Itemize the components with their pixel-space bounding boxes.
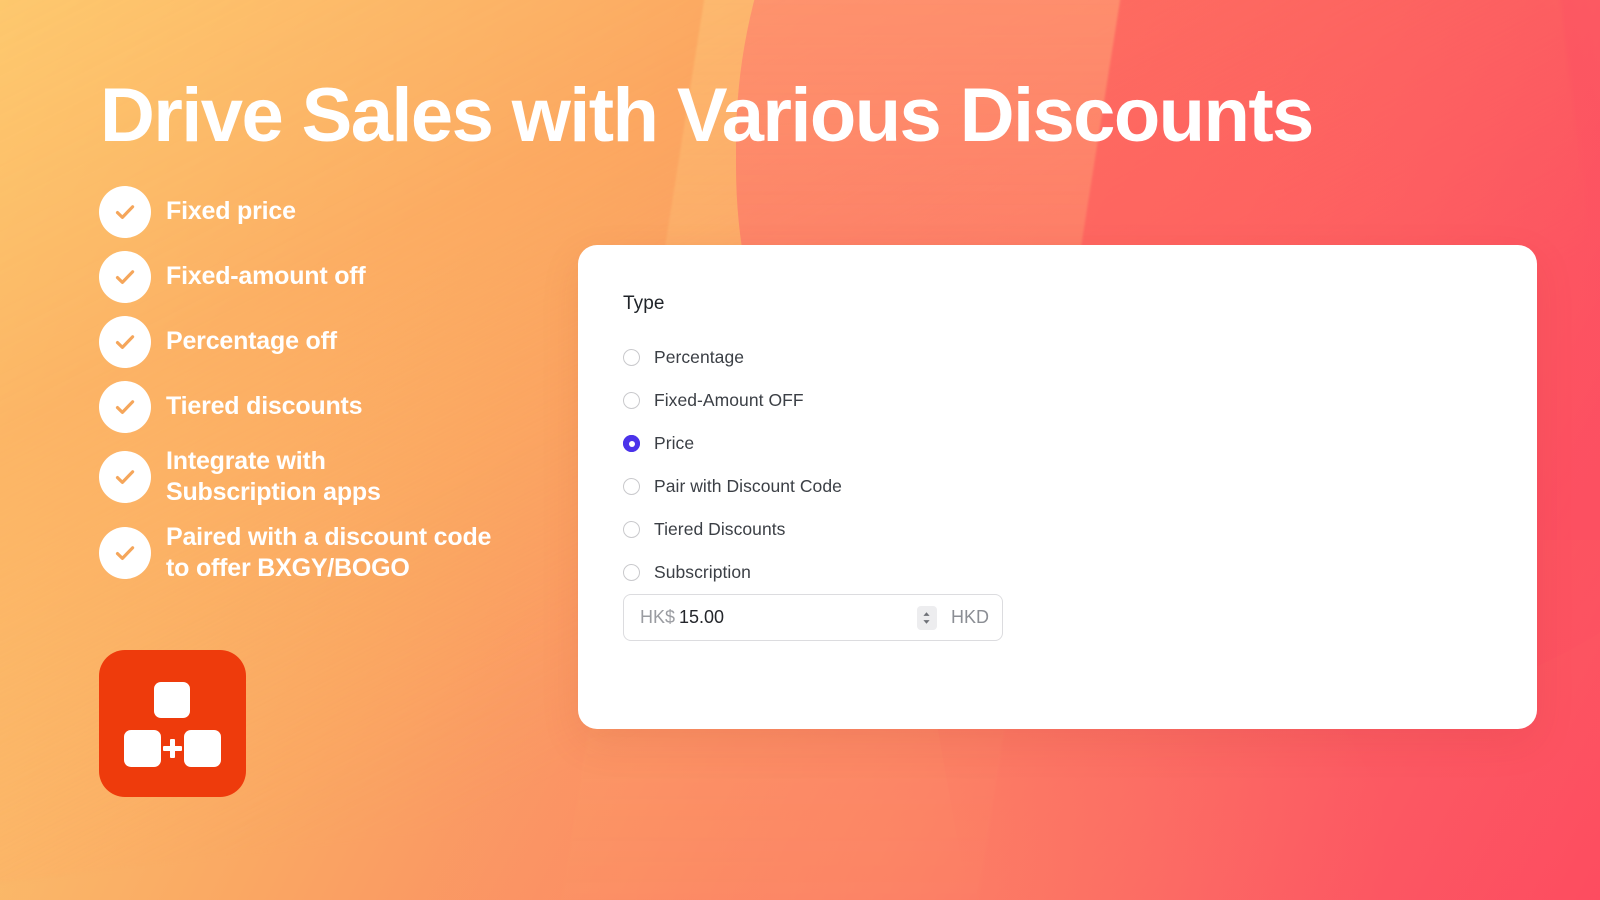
check-circle-icon — [99, 451, 151, 504]
feature-label: Percentage off — [166, 327, 337, 356]
radio-icon-selected[interactable] — [623, 435, 640, 452]
radio-option-subscription[interactable]: Subscription — [623, 551, 842, 594]
feature-label: Fixed price — [166, 197, 296, 226]
logo-square-right — [184, 730, 221, 767]
radio-label: Pair with Discount Code — [654, 476, 842, 496]
price-input-field[interactable]: HK$ 15.00 HKD — [623, 594, 1003, 641]
list-item: Integrate with Subscription apps — [99, 446, 599, 509]
radio-label: Tiered Discounts — [654, 519, 786, 539]
type-label: Type — [623, 293, 665, 314]
feature-label: Paired with a discount code to offer BXG… — [166, 522, 492, 582]
radio-option-percentage[interactable]: Percentage — [623, 336, 842, 379]
list-item: Paired with a discount code to offer BXG… — [99, 522, 599, 585]
radio-label: Price — [654, 433, 695, 453]
logo-square-top — [154, 682, 190, 718]
check-circle-icon — [99, 316, 151, 368]
check-circle-icon — [99, 381, 151, 433]
feature-label: Integrate with Subscription apps — [166, 447, 381, 507]
radio-option-pair-with-discount-code[interactable]: Pair with Discount Code — [623, 465, 842, 508]
radio-icon[interactable] — [623, 564, 640, 581]
type-radio-group[interactable]: Percentage Fixed-Amount OFF Price Pair w… — [623, 336, 842, 594]
list-item: Percentage off — [99, 316, 599, 368]
feature-list: Fixed price Fixed-amount off Percentage … — [99, 186, 599, 597]
check-circle-icon — [99, 526, 151, 579]
price-input[interactable]: 15.00 — [679, 607, 917, 628]
list-item: Tiered discounts — [99, 381, 599, 433]
feature-label: Fixed-amount off — [166, 262, 366, 291]
radio-icon[interactable] — [623, 521, 640, 538]
radio-option-fixed-amount-off[interactable]: Fixed-Amount OFF — [623, 379, 842, 422]
radio-label: Percentage — [654, 347, 745, 367]
app-logo — [99, 650, 246, 797]
list-item: Fixed price — [99, 186, 599, 238]
currency-prefix: HK$ — [640, 607, 676, 627]
radio-icon[interactable] — [623, 392, 640, 409]
discount-type-card: Type Percentage Fixed-Amount OFF Price P… — [578, 245, 1537, 729]
logo-plus-icon — [170, 738, 175, 758]
check-circle-icon — [99, 251, 151, 303]
radio-label: Fixed-Amount OFF — [654, 390, 804, 410]
radio-icon[interactable] — [623, 349, 640, 366]
check-circle-icon — [99, 186, 151, 238]
logo-square-left — [124, 730, 161, 767]
stepper-up-down-icon[interactable] — [916, 605, 937, 630]
page-title: Drive Sales with Various Discounts — [100, 73, 1314, 158]
currency-suffix: HKD — [950, 607, 989, 627]
radio-icon[interactable] — [623, 478, 640, 495]
list-item: Fixed-amount off — [99, 251, 599, 303]
feature-label: Tiered discounts — [166, 392, 363, 421]
radio-option-price[interactable]: Price — [623, 422, 842, 465]
radio-label: Subscription — [654, 562, 751, 582]
radio-option-tiered-discounts[interactable]: Tiered Discounts — [623, 508, 842, 551]
